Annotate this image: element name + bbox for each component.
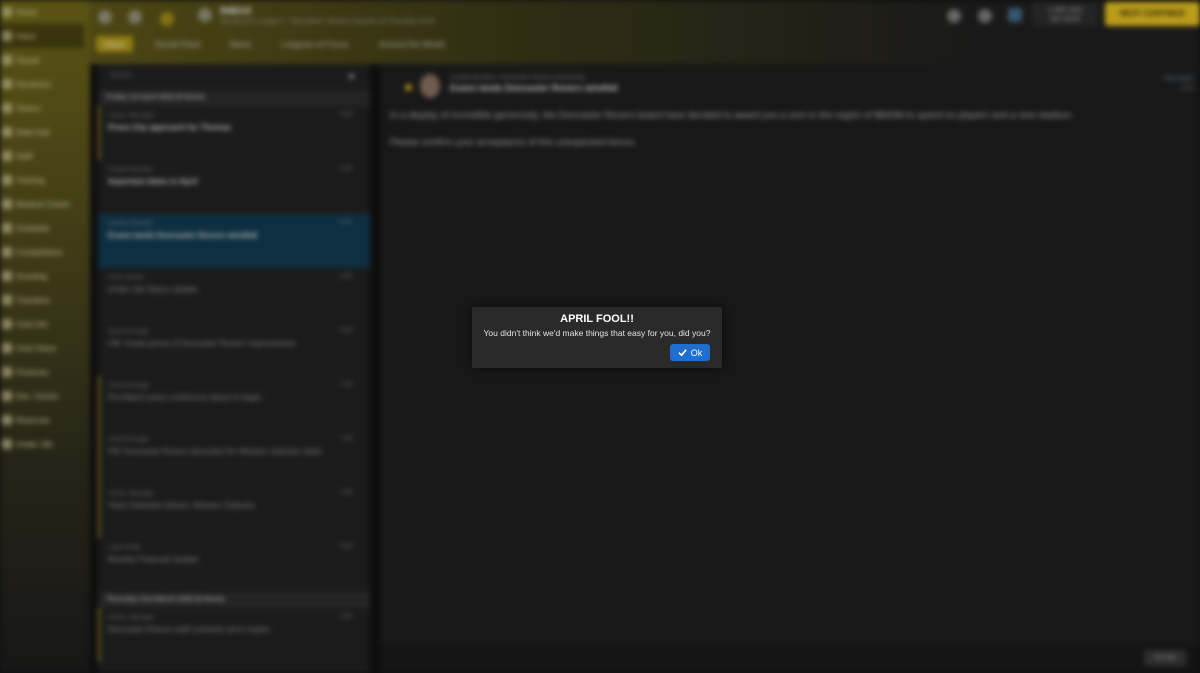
dialog-message: You didn't think we'd make things that e… (483, 328, 711, 338)
dialog-title: APRIL FOOL!! (560, 313, 634, 325)
checkmark-icon (678, 349, 687, 357)
ok-label: Ok (690, 347, 703, 358)
april-fool-dialog: APRIL FOOL!! You didn't think we'd make … (472, 307, 722, 368)
ok-button[interactable]: Ok (670, 344, 710, 361)
